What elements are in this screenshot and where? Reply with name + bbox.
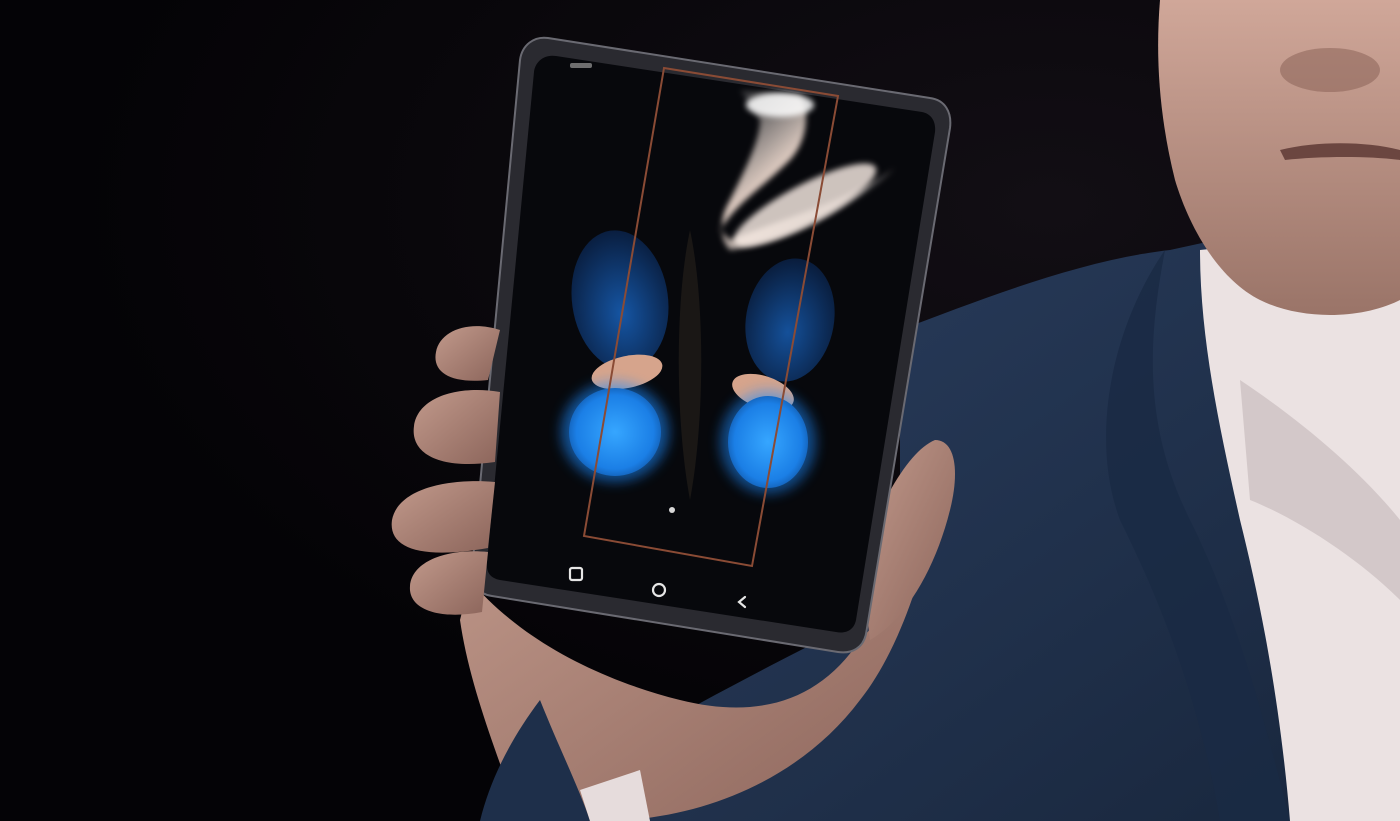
foldable-phone — [470, 36, 952, 654]
front-camera — [669, 507, 675, 513]
presenter-nose-shadow — [1280, 48, 1380, 92]
glare-hotspot — [746, 93, 814, 117]
photo-scene — [0, 0, 1400, 821]
status-indicator — [570, 63, 592, 68]
phone-screen — [486, 55, 936, 633]
butterfly-lower-left-wing — [569, 388, 661, 476]
